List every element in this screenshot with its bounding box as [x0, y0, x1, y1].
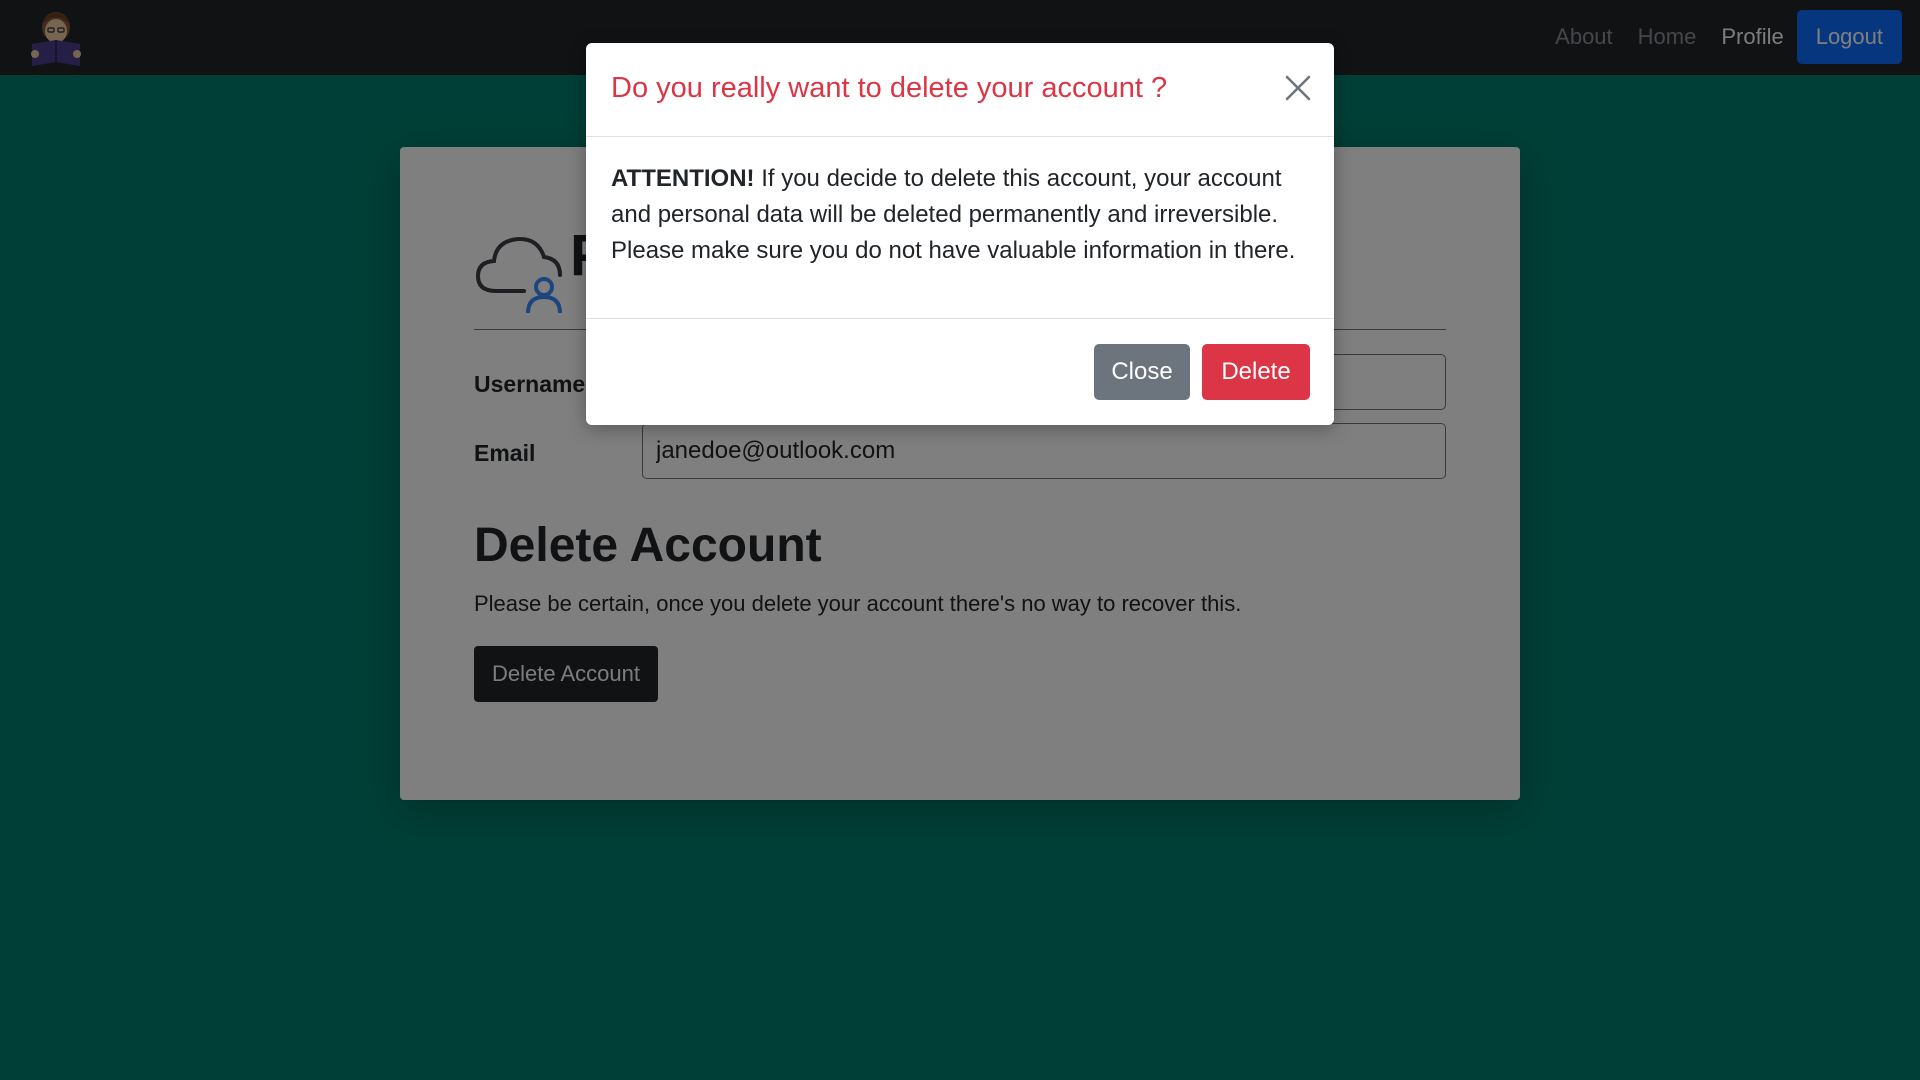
close-button[interactable]: Close	[1094, 344, 1190, 400]
modal-title: Do you really want to delete your accoun…	[611, 72, 1168, 104]
modal-body: ATTENTION! If you decide to delete this …	[611, 161, 1311, 269]
close-icon[interactable]	[1282, 72, 1314, 104]
attention-label: ATTENTION!	[611, 165, 755, 192]
modal-footer: Close Delete	[586, 318, 1334, 425]
delete-button[interactable]: Delete	[1202, 344, 1310, 400]
delete-confirmation-modal: Do you really want to delete your accoun…	[586, 43, 1334, 425]
modal-header: Do you really want to delete your accoun…	[586, 43, 1334, 137]
